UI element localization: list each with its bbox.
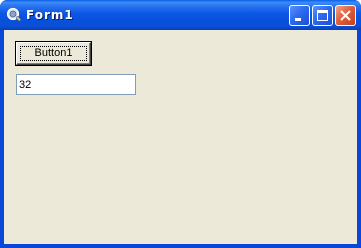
- textbox[interactable]: [16, 74, 136, 95]
- window-title: Form1: [26, 8, 74, 22]
- form-client-area: Button1: [4, 30, 357, 244]
- close-icon: [340, 10, 351, 21]
- maximize-icon: [317, 10, 328, 21]
- button1-label: Button1: [34, 47, 73, 59]
- button1[interactable]: Button1: [16, 42, 91, 65]
- maximize-button[interactable]: [312, 5, 333, 26]
- minimize-icon: [295, 18, 301, 21]
- title-bar[interactable]: Form1: [0, 0, 361, 30]
- form1-window: Form1 Button1: [0, 0, 361, 248]
- minimize-button[interactable]: [289, 5, 310, 26]
- app-icon[interactable]: [6, 7, 22, 23]
- close-button[interactable]: [335, 5, 356, 26]
